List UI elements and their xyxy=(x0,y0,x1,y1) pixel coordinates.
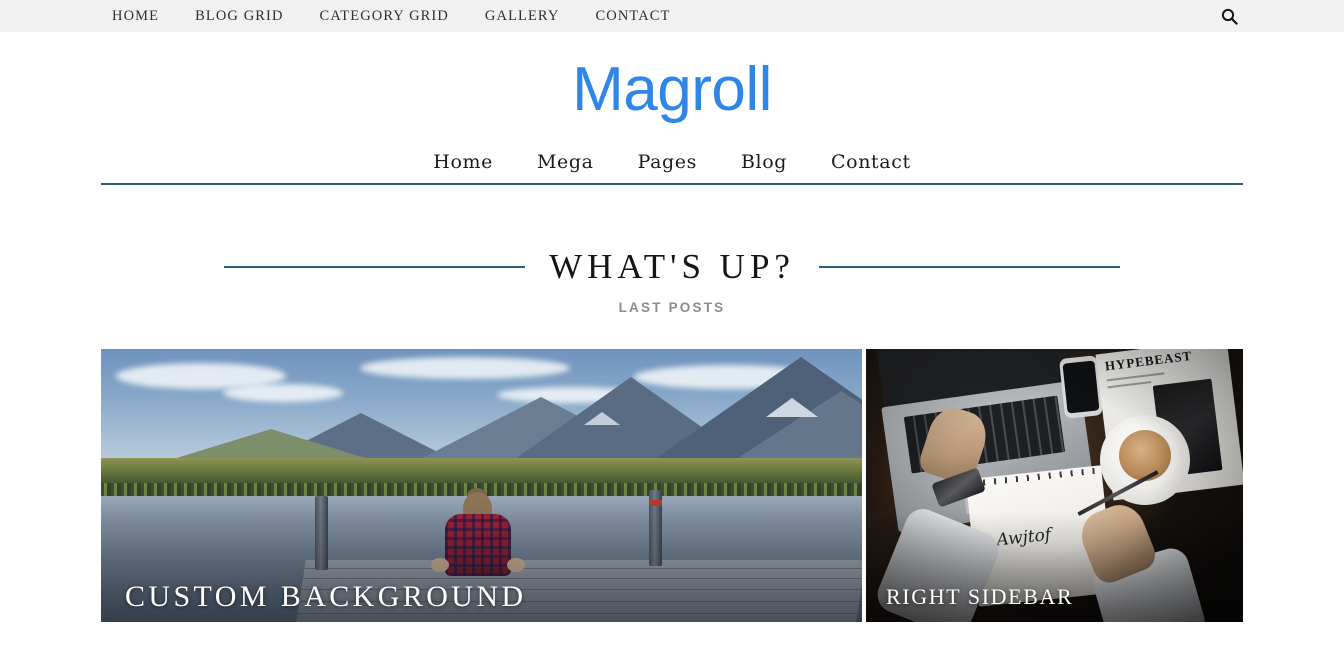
top-nav-item-gallery[interactable]: GALLERY xyxy=(485,7,560,25)
main-nav-link[interactable]: Contact xyxy=(831,151,911,173)
post-grid: CUSTOM BACKGROUND HYPEBEAST xyxy=(0,349,1344,622)
top-nav-link[interactable]: BLOG GRID xyxy=(195,8,283,24)
post-image-desk-workspace: HYPEBEAST Awjtof xyxy=(866,349,1243,622)
heading-rule-left xyxy=(224,266,526,268)
top-nav-link[interactable]: CONTACT xyxy=(595,8,670,24)
post-card-right-sidebar[interactable]: HYPEBEAST Awjtof RIGHT SIDEBAR xyxy=(866,349,1243,622)
search-icon xyxy=(1221,8,1238,25)
section-title: WHAT'S UP? xyxy=(549,247,795,286)
top-nav-item-blog-grid[interactable]: BLOG GRID xyxy=(195,7,283,25)
main-nav-item-pages[interactable]: Pages xyxy=(638,151,697,173)
main-navigation-wrapper: Home Mega Pages Blog Contact xyxy=(0,151,1344,185)
heading-rule-right xyxy=(818,266,1121,268)
post-card-custom-background[interactable]: CUSTOM BACKGROUND xyxy=(101,349,862,622)
top-utility-bar: HOME BLOG GRID CATEGORY GRID GALLERY CON… xyxy=(0,0,1344,32)
section-subtitle: LAST POSTS xyxy=(618,300,726,315)
search-button[interactable] xyxy=(1218,5,1240,27)
main-nav-item-blog[interactable]: Blog xyxy=(741,151,787,173)
top-nav-item-category-grid[interactable]: CATEGORY GRID xyxy=(320,7,449,25)
post-title: CUSTOM BACKGROUND xyxy=(125,580,527,613)
top-nav-item-home[interactable]: HOME xyxy=(112,7,159,25)
site-title[interactable]: Magroll xyxy=(572,55,772,124)
top-nav-link[interactable]: GALLERY xyxy=(485,8,560,24)
main-nav-link[interactable]: Mega xyxy=(537,151,594,173)
main-nav-item-mega[interactable]: Mega xyxy=(537,151,594,173)
top-nav-link[interactable]: HOME xyxy=(112,8,159,24)
top-navigation: HOME BLOG GRID CATEGORY GRID GALLERY CON… xyxy=(112,7,671,25)
main-nav-item-contact[interactable]: Contact xyxy=(831,151,911,173)
main-nav-item-home[interactable]: Home xyxy=(433,151,493,173)
brand-area: Magroll xyxy=(0,32,1344,121)
post-title: RIGHT SIDEBAR xyxy=(886,584,1074,609)
top-nav-item-contact[interactable]: CONTACT xyxy=(595,7,670,25)
main-navigation: Home Mega Pages Blog Contact xyxy=(101,151,1243,185)
section-heading: WHAT'S UP? xyxy=(0,247,1344,287)
image-vignette xyxy=(866,349,1243,622)
main-nav-link[interactable]: Blog xyxy=(741,151,787,173)
top-nav-link[interactable]: CATEGORY GRID xyxy=(320,8,449,24)
main-nav-link[interactable]: Pages xyxy=(638,151,697,173)
main-nav-link[interactable]: Home xyxy=(433,151,493,173)
